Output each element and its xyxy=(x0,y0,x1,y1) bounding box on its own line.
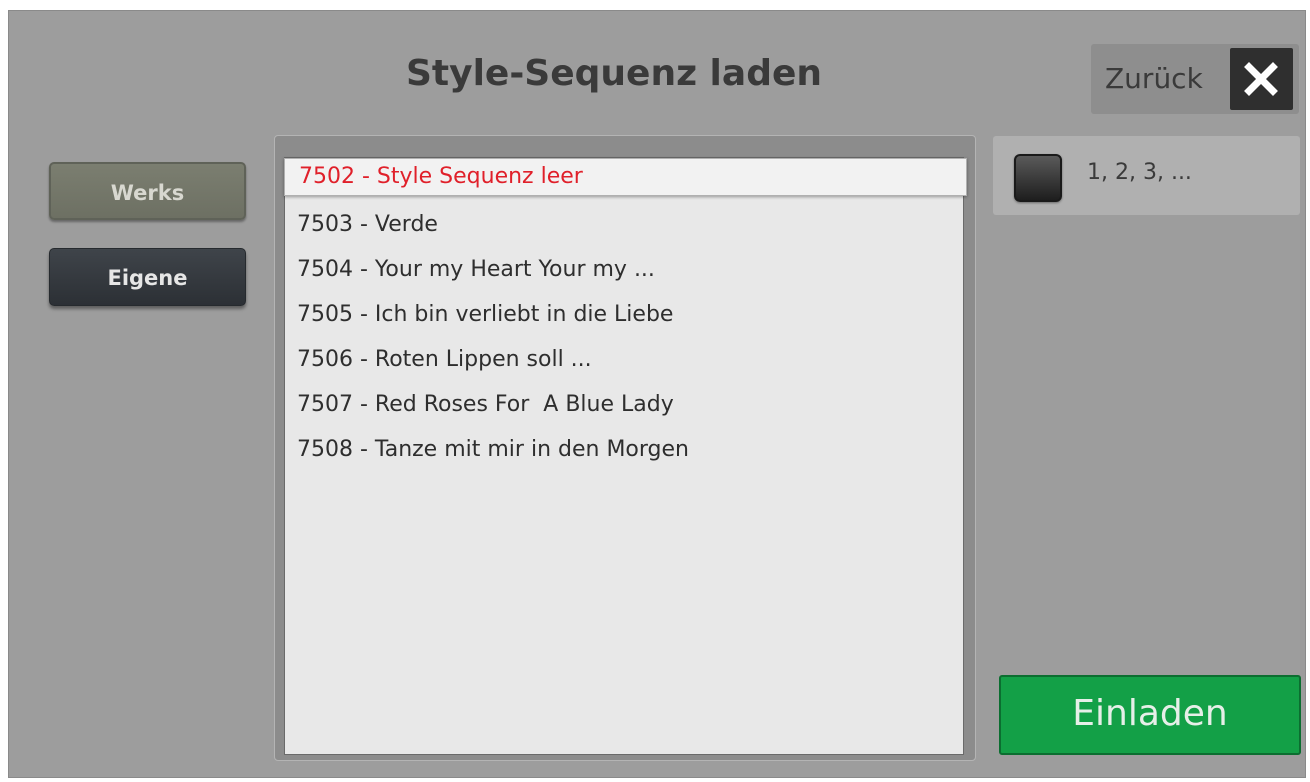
list-item[interactable]: 7504 - Your my Heart Your my ... xyxy=(297,257,655,282)
eigene-button[interactable]: Eigene xyxy=(49,248,246,306)
list-item[interactable]: 7508 - Tanze mit mir in den Morgen xyxy=(297,437,689,462)
werks-button[interactable]: Werks xyxy=(49,162,246,220)
back-button[interactable]: Zurück xyxy=(1091,44,1299,114)
page-title: Style-Sequenz laden xyxy=(405,53,823,94)
list-item-selected[interactable]: 7502 - Style Sequenz leer xyxy=(284,158,967,196)
sequence-list-panel: 7502 - Style Sequenz leer 7503 - Verde 7… xyxy=(274,135,976,761)
numbering-checkbox[interactable] xyxy=(1014,154,1062,202)
dialog-window: Style-Sequenz laden Zurück Werks Eigene … xyxy=(8,10,1306,778)
list-item[interactable]: 7505 - Ich bin verliebt in die Liebe xyxy=(297,302,673,327)
list-item[interactable]: 7503 - Verde xyxy=(297,212,438,237)
close-icon xyxy=(1244,62,1278,96)
close-button[interactable] xyxy=(1230,48,1293,110)
back-button-label: Zurück xyxy=(1105,62,1203,95)
numbering-option: 1, 2, 3, ... xyxy=(993,136,1300,215)
list-item-label: 7502 - Style Sequenz leer xyxy=(299,164,583,189)
list-item[interactable]: 7507 - Red Roses For A Blue Lady xyxy=(297,392,674,417)
load-button[interactable]: Einladen xyxy=(999,675,1301,755)
list-item[interactable]: 7506 - Roten Lippen soll ... xyxy=(297,347,592,372)
numbering-label: 1, 2, 3, ... xyxy=(1087,160,1192,185)
